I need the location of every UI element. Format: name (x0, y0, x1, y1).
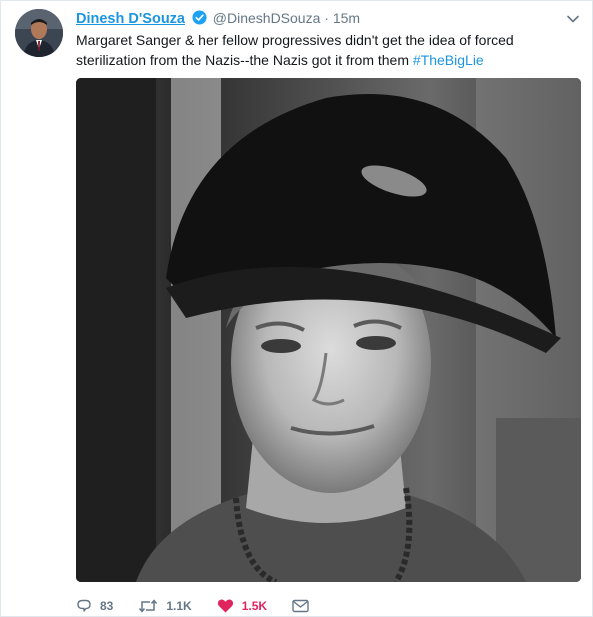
direct-message-button[interactable] (292, 599, 317, 613)
retweet-count: 1.1K (166, 599, 192, 613)
tweet-header: Dinesh D'Souza @DineshDSouza · 15m (76, 8, 552, 29)
retweet-icon (139, 599, 158, 613)
author-name[interactable]: Dinesh D'Souza (76, 11, 185, 27)
chevron-down-icon[interactable] (566, 12, 580, 26)
tweet-actions: 83 1.1K 1.5K (76, 596, 342, 616)
tweet-photo[interactable] (76, 78, 581, 582)
heart-icon (217, 599, 233, 613)
reply-count: 83 (100, 599, 114, 613)
tweet-timestamp[interactable]: 15m (333, 10, 360, 26)
reply-button[interactable]: 83 (76, 598, 113, 614)
direct-message-icon (292, 599, 309, 613)
retweet-button[interactable]: 1.1K (138, 598, 192, 614)
reply-icon (77, 599, 91, 612)
verified-badge-icon (192, 10, 207, 25)
tweet-card[interactable]: Dinesh D'Souza @DineshDSouza · 15m Marga… (0, 0, 593, 617)
like-button[interactable]: 1.5K (217, 598, 267, 614)
separator-dot: · (324, 10, 329, 26)
avatar[interactable] (15, 9, 63, 57)
photo-image (76, 78, 581, 582)
author-handle[interactable]: @DineshDSouza (213, 10, 321, 26)
like-count: 1.5K (241, 599, 268, 613)
hashtag-link[interactable]: #TheBigLie (413, 52, 484, 68)
avatar-image (15, 9, 63, 57)
tweet-text: Margaret Sanger & her fellow progressive… (76, 30, 576, 70)
